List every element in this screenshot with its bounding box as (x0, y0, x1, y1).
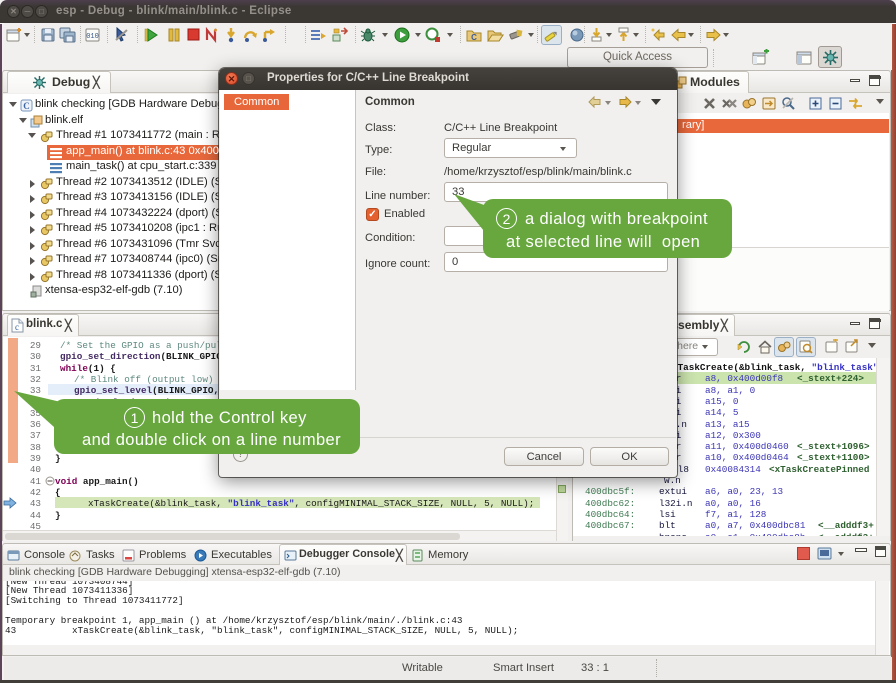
svg-text:010: 010 (86, 33, 99, 41)
svg-text:C: C (471, 33, 477, 42)
svg-text:C: C (23, 101, 30, 111)
svg-text:c: c (15, 322, 19, 332)
